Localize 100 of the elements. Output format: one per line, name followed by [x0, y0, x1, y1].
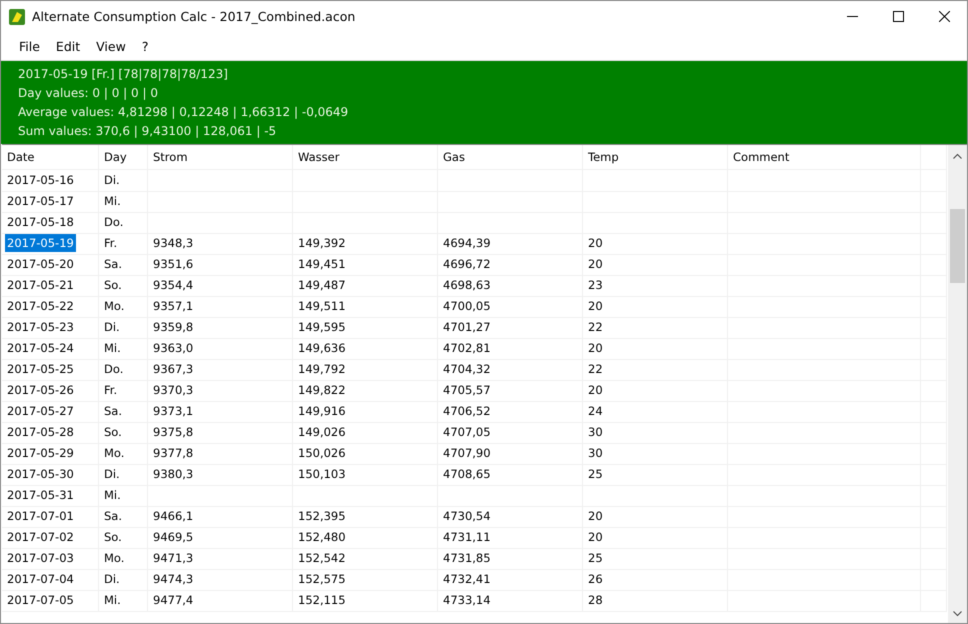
table-cell: 4705,57: [438, 380, 583, 402]
table-cell: 20: [583, 338, 728, 360]
table-cell: 2017-05-20: [2, 254, 99, 276]
table-cell: 2017-05-25: [2, 359, 99, 381]
table-cell: 4701,27: [438, 317, 583, 339]
table-cell: 4707,90: [438, 443, 583, 465]
table-cell: 9351,6: [148, 254, 293, 276]
table-cell: 9357,1: [148, 296, 293, 318]
scroll-down-icon[interactable]: [953, 611, 962, 617]
table-cell: 9363,0: [148, 338, 293, 360]
table-cell: 20: [583, 296, 728, 318]
table-cell: 4708,65: [438, 464, 583, 486]
table-cell: 20: [583, 527, 728, 549]
table-cell: 9370,3: [148, 380, 293, 402]
window-title: Alternate Consumption Calc - 2017_Combined.acon: [32, 9, 356, 24]
table-cell: Mi.: [99, 338, 148, 360]
table-cell: Do.: [99, 212, 148, 234]
table-cell: Mi.: [99, 191, 148, 213]
table-cell: Mo.: [99, 548, 148, 570]
table-cell: 4704,32: [438, 359, 583, 381]
column-header[interactable]: Temp: [583, 145, 728, 170]
table-cell: 9367,3: [148, 359, 293, 381]
table-cell: 152,480: [293, 527, 438, 549]
table-cell: 9469,5: [148, 527, 293, 549]
table-cell: 24: [583, 401, 728, 423]
table-cell: Fr.: [99, 380, 148, 402]
column-header[interactable]: Strom: [148, 145, 293, 170]
table-cell: 150,103: [293, 464, 438, 486]
table-cell: 4694,39: [438, 233, 583, 255]
close-icon: [939, 11, 950, 22]
table-cell: 20: [583, 506, 728, 528]
table-cell: 9375,8: [148, 422, 293, 444]
table-cell: 149,392: [293, 233, 438, 255]
table-cell: 149,487: [293, 275, 438, 297]
table-cell: 149,636: [293, 338, 438, 360]
summary-line: Average values: 4,81298 | 0,12248 | 1,66312 | -0,0649: [18, 104, 350, 121]
table-cell: 9359,8: [148, 317, 293, 339]
table-cell: 25: [583, 464, 728, 486]
table-cell: 2017-05-31: [2, 485, 99, 507]
table-cell: 9474,3: [148, 569, 293, 591]
table-cell: Sa.: [99, 401, 148, 423]
table-cell: 149,451: [293, 254, 438, 276]
column-header[interactable]: Day: [99, 145, 148, 170]
table-cell: 4707,05: [438, 422, 583, 444]
table-cell: 4732,41: [438, 569, 583, 591]
table-cell: 9471,3: [148, 548, 293, 570]
column-header[interactable]: Date: [2, 145, 99, 170]
summary-line: Day values: 0 | 0 | 0 | 0: [18, 85, 159, 102]
table-cell: 9466,1: [148, 506, 293, 528]
table-cell: 2017-05-28: [2, 422, 99, 444]
table-cell: 2017-05-26: [2, 380, 99, 402]
table-cell: 152,575: [293, 569, 438, 591]
scrollbar-thumb[interactable]: [950, 209, 965, 283]
table-cell: 20: [583, 233, 728, 255]
menu-item[interactable]: View: [88, 34, 134, 58]
table-cell: 2017-05-22: [2, 296, 99, 318]
column-header[interactable]: Comment: [728, 145, 921, 170]
table-cell: 4706,52: [438, 401, 583, 423]
column-header[interactable]: Wasser: [293, 145, 438, 170]
table-cell: Fr.: [99, 233, 148, 255]
table-cell: 9348,3: [148, 233, 293, 255]
menu-item[interactable]: ?: [134, 34, 156, 58]
scroll-up-icon[interactable]: [953, 153, 962, 159]
table-cell: 152,542: [293, 548, 438, 570]
table-cell: 149,511: [293, 296, 438, 318]
table-cell: Mi.: [99, 590, 148, 612]
table-cell: 2017-05-17: [2, 191, 99, 213]
menu-item[interactable]: File: [11, 34, 48, 58]
table-cell: Di.: [99, 464, 148, 486]
table-cell: 4702,81: [438, 338, 583, 360]
table-cell: So.: [99, 422, 148, 444]
table-cell: So.: [99, 275, 148, 297]
table-cell: 4696,72: [438, 254, 583, 276]
menu-item[interactable]: Edit: [48, 34, 88, 58]
table-cell: 22: [583, 359, 728, 381]
table-cell: 2017-05-23: [2, 317, 99, 339]
scrollbar[interactable]: [948, 145, 967, 623]
table-cell: 4730,54: [438, 506, 583, 528]
table-cell: 25: [583, 548, 728, 570]
table-cell: 9477,4: [148, 590, 293, 612]
header-cell: [921, 145, 947, 170]
table-cell: 2017-07-03: [2, 548, 99, 570]
selected-cell-text[interactable]: 2017-05-19: [5, 234, 76, 252]
table-cell: 149,822: [293, 380, 438, 402]
table-cell: Sa.: [99, 506, 148, 528]
table-cell: 4700,05: [438, 296, 583, 318]
table-cell: 2017-07-01: [2, 506, 99, 528]
table-cell: So.: [99, 527, 148, 549]
column-header[interactable]: Gas: [438, 145, 583, 170]
table-cell: 28: [583, 590, 728, 612]
table-cell: 149,026: [293, 422, 438, 444]
table-cell: 30: [583, 443, 728, 465]
table-cell: Do.: [99, 359, 148, 381]
table-cell: Di.: [99, 317, 148, 339]
table-cell: 150,026: [293, 443, 438, 465]
table-cell: 2017-05-30: [2, 464, 99, 486]
table-cell: Di.: [99, 569, 148, 591]
table-cell: 152,115: [293, 590, 438, 612]
app-icon: [9, 8, 25, 24]
table-cell: 2017-05-21: [2, 275, 99, 297]
